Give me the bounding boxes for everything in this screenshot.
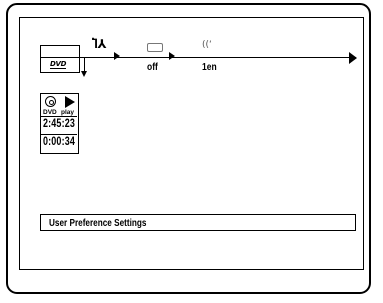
menu-track-line bbox=[40, 57, 356, 58]
down-arrow-icon bbox=[81, 57, 87, 77]
disc-icon bbox=[45, 96, 56, 107]
setup-tools-icon[interactable]: Ⴈ⅄ bbox=[92, 37, 107, 51]
disc-label: DVD bbox=[43, 109, 57, 116]
audio-icon[interactable]: ((ʻ bbox=[202, 39, 212, 51]
menu-blank-box bbox=[40, 45, 80, 57]
audio-value: 1en bbox=[202, 62, 217, 73]
divider bbox=[41, 116, 77, 117]
info-bar: User Preference Settings bbox=[40, 214, 356, 231]
subtitle-icon[interactable] bbox=[147, 43, 163, 52]
disc-type-button[interactable]: DVD bbox=[40, 57, 80, 73]
mode-label: play bbox=[61, 109, 75, 116]
play-icon bbox=[65, 96, 75, 108]
playback-status-box: DVD play 2:45:23 0:00:34 bbox=[40, 93, 79, 154]
total-time: 2:45:23 bbox=[43, 118, 76, 130]
right-arrow-icon bbox=[349, 52, 357, 64]
settings-menu-bar[interactable]: DVD Ⴈ⅄ ((ʻ off 1en bbox=[40, 37, 357, 77]
dvd-logo-icon: DVD bbox=[50, 60, 67, 69]
elapsed-time: 0:00:34 bbox=[43, 136, 76, 148]
divider bbox=[41, 134, 77, 135]
subtitle-value: off bbox=[147, 62, 158, 73]
pointer-arrow-icon bbox=[114, 52, 120, 60]
pointer-arrow-icon bbox=[169, 52, 175, 60]
info-text: User Preference Settings bbox=[49, 217, 147, 229]
